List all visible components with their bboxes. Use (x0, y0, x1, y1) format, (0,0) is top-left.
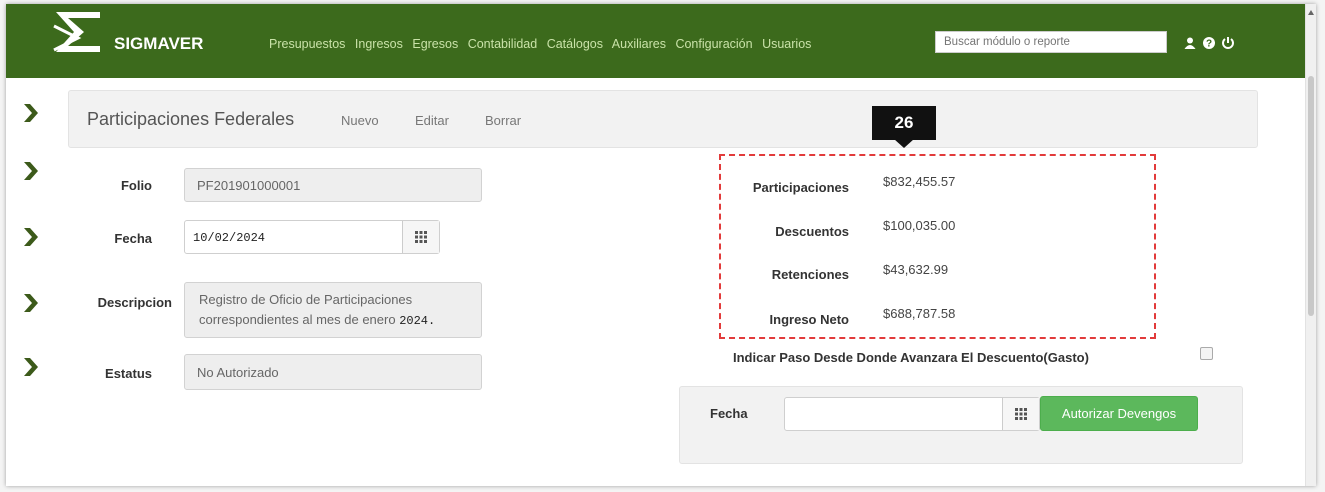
descripcion-textarea[interactable]: Registro de Oficio de Participaciones co… (184, 282, 482, 338)
participaciones-value: $832,455.57 (883, 174, 956, 189)
panel-fecha-label: Fecha (710, 406, 748, 421)
help-icon[interactable]: ? (1202, 36, 1216, 50)
participaciones-label: Participaciones (752, 180, 849, 195)
edit-button[interactable]: Editar (415, 113, 449, 128)
chevron-right-icon[interactable] (22, 102, 40, 124)
ingreso-neto-label: Ingreso Neto (769, 312, 849, 327)
top-navbar: SIGMAVER Presupuestos Ingresos Egresos C… (6, 4, 1312, 78)
sigmaver-logo-icon (53, 12, 100, 52)
estatus-field[interactable]: No Autorizado (184, 354, 482, 390)
gasto-step-checkbox[interactable] (1200, 347, 1213, 360)
fecha-input[interactable]: 10/02/2024 (184, 220, 440, 254)
calendar-grid-icon (1015, 408, 1027, 420)
fecha-label: Fecha (114, 231, 152, 246)
nav-auxiliares[interactable]: Auxiliares (612, 37, 666, 51)
nav-contabilidad[interactable]: Contabilidad (468, 37, 538, 51)
nav-catalogos[interactable]: Catálogos (547, 37, 603, 51)
panel-fecha-input[interactable] (784, 397, 1040, 431)
calendar-button[interactable] (402, 221, 439, 253)
nav-usuarios[interactable]: Usuarios (762, 37, 811, 51)
chevron-right-icon[interactable] (22, 160, 40, 182)
ingreso-neto-value: $688,787.58 (883, 306, 956, 321)
descripcion-line-2: correspondientes al mes de enero 2024. (199, 312, 436, 328)
scroll-up-arrow-icon[interactable] (1308, 10, 1314, 15)
chevron-right-icon[interactable] (22, 292, 40, 314)
folio-label: Folio (120, 178, 152, 193)
panel-calendar-button[interactable] (1002, 398, 1039, 430)
chevron-right-icon[interactable] (22, 356, 40, 378)
estatus-value: No Autorizado (197, 364, 279, 380)
authorize-panel: Fecha Autorizar Devengos (679, 386, 1243, 464)
chevron-right-icon[interactable] (22, 226, 40, 248)
authorize-accruals-button[interactable]: Autorizar Devengos (1040, 396, 1198, 431)
svg-text:?: ? (1206, 39, 1212, 50)
descuentos-value: $100,035.00 (883, 218, 956, 233)
module-search-input[interactable] (935, 31, 1167, 53)
nav-configuracion[interactable]: Configuración (675, 37, 752, 51)
brand-name: SIGMAVER (114, 34, 204, 53)
page-title: Participaciones Federales (87, 109, 295, 129)
folio-value: PF201901000001 (197, 177, 301, 193)
descuentos-label: Descuentos (775, 224, 849, 239)
descripcion-line-1: Registro de Oficio de Participaciones (199, 292, 413, 307)
nav-egresos[interactable]: Egresos (412, 37, 458, 51)
app-frame: SIGMAVER Presupuestos Ingresos Egresos C… (6, 4, 1316, 486)
delete-button[interactable]: Borrar (485, 113, 521, 128)
folio-field[interactable]: PF201901000001 (184, 168, 482, 202)
new-button[interactable]: Nuevo (341, 113, 379, 128)
calendar-grid-icon (415, 231, 427, 243)
page-toolbar: Participaciones Federales Nuevo Editar B… (68, 90, 1258, 148)
retenciones-value: $43,632.99 (883, 262, 949, 277)
logout-icon[interactable] (1221, 36, 1235, 50)
fecha-value: 10/02/2024 (193, 231, 266, 245)
totals-highlight-box: Participaciones $832,455.57 Descuentos $… (719, 154, 1156, 339)
step-callout-badge: 26 (872, 106, 936, 140)
descripcion-year: 2024. (399, 314, 436, 328)
vertical-scrollbar[interactable] (1305, 4, 1316, 486)
nav-ingresos[interactable]: Ingresos (355, 37, 403, 51)
nav-presupuestos[interactable]: Presupuestos (269, 37, 345, 51)
gasto-step-label: Indicar Paso Desde Donde Avanzara El Des… (733, 350, 1089, 365)
navbar-icons: ? (1183, 35, 1235, 51)
retenciones-label: Retenciones (771, 267, 849, 282)
callout-pointer (894, 139, 914, 148)
estatus-label: Estatus (105, 366, 152, 381)
descripcion-label: Descripcion (97, 295, 172, 310)
main-menu: Presupuestos Ingresos Egresos Contabilid… (269, 37, 817, 51)
scroll-thumb[interactable] (1308, 76, 1314, 316)
user-icon[interactable] (1183, 36, 1197, 50)
